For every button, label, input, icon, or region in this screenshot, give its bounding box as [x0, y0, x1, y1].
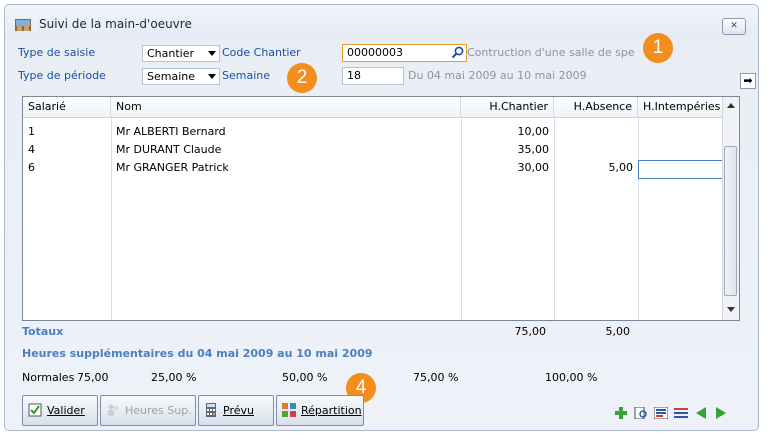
cell-salarie: 6 — [28, 161, 35, 174]
code-chantier-value: 00000003 — [347, 46, 403, 59]
type-saisie-value: Chantier — [147, 47, 195, 60]
semaine-label: Semaine — [222, 69, 271, 82]
window-title: Suivi de la main-d'oeuvre — [39, 17, 192, 31]
chevron-down-icon — [208, 74, 216, 79]
normales-value: 75,00 — [77, 371, 109, 384]
scroll-up-icon[interactable] — [727, 103, 735, 108]
next-button[interactable]: ➡ — [740, 73, 756, 89]
cell-h-chantier: 10,00 — [517, 125, 550, 138]
main-window: Suivi de la main-d'oeuvre ✕ Type de sais… — [4, 4, 759, 431]
people-icon — [108, 404, 118, 416]
title-bar: Suivi de la main-d'oeuvre ✕ — [5, 5, 758, 39]
type-saisie-label: Type de saisie — [18, 46, 96, 59]
valider-label: Valider — [47, 404, 85, 417]
total-h-chantier: 75,00 — [514, 325, 547, 338]
heures-sup-label: Heures Sup. — [125, 404, 192, 417]
prevu-button[interactable]: Prévu — [198, 395, 274, 426]
pct-100: 100,00 % — [545, 371, 598, 384]
repartition-button[interactable]: Répartition — [276, 395, 364, 426]
callout-badge-1: 1 — [643, 33, 673, 63]
code-chantier-label: Code Chantier — [222, 46, 301, 59]
chantier-description: Contruction d'une salle de spe — [467, 46, 635, 59]
preview-icon[interactable] — [634, 407, 648, 419]
calculator-icon — [206, 403, 216, 417]
semaine-value: 18 — [347, 69, 361, 82]
search-icon[interactable] — [451, 46, 464, 59]
list-icon[interactable] — [654, 407, 668, 419]
employee-grid: Salarié Nom H.Chantier H.Absence H.Intem… — [22, 96, 740, 321]
cell-h-absence: 5,00 — [608, 161, 634, 174]
totals-label: Totaux — [22, 325, 64, 338]
close-icon: ✕ — [730, 21, 738, 31]
arrow-right-icon: ➡ — [743, 74, 753, 87]
cell-salarie: 1 — [28, 125, 35, 138]
app-icon — [15, 19, 31, 31]
scroll-down-icon[interactable] — [727, 307, 735, 312]
pct-75: 75,00 % — [413, 371, 459, 384]
cell-h-chantier: 35,00 — [517, 143, 550, 156]
cell-nom: Mr DURANT Claude — [116, 143, 222, 156]
arrow-right-icon[interactable] — [714, 407, 728, 419]
add-icon[interactable] — [614, 407, 628, 419]
col-h-absence[interactable]: H.Absence — [554, 97, 638, 117]
callout-badge-2: 2 — [287, 63, 317, 93]
chevron-down-icon — [208, 51, 216, 56]
scroll-thumb[interactable] — [724, 146, 737, 296]
cell-h-absence — [554, 141, 638, 159]
semaine-description: Du 04 mai 2009 au 10 mai 2009 — [408, 69, 587, 82]
col-h-intemperies[interactable]: H.Intempéries — [638, 97, 723, 117]
code-chantier-input[interactable]: 00000003 — [342, 44, 467, 62]
valider-button[interactable]: Valider — [22, 395, 98, 426]
semaine-input[interactable]: 18 — [342, 67, 404, 85]
heures-sup-title: Heures supplémentaires du 04 mai 2009 au… — [22, 347, 373, 360]
total-h-absence: 5,00 — [605, 325, 631, 338]
heures-sup-button[interactable]: Heures Sup. — [100, 395, 196, 426]
table-row[interactable]: 4 Mr DURANT Claude 35,00 — [23, 141, 723, 159]
grid-header: Salarié Nom H.Chantier H.Absence H.Intem… — [23, 97, 723, 118]
prevu-label: Prévu — [223, 404, 254, 417]
lines-icon[interactable] — [674, 407, 688, 419]
table-row[interactable]: 1 Mr ALBERTI Bernard 10,00 — [23, 123, 723, 141]
cell-h-absence — [554, 123, 638, 141]
arrow-left-icon[interactable] — [694, 407, 708, 419]
check-icon — [28, 403, 42, 417]
repartition-icon — [282, 403, 296, 417]
cell-nom: Mr GRANGER Patrick — [116, 161, 229, 174]
type-periode-value: Semaine — [147, 70, 196, 83]
col-salarie[interactable]: Salarié — [23, 97, 111, 117]
type-periode-label: Type de période — [18, 69, 106, 82]
type-saisie-select[interactable]: Chantier — [142, 45, 220, 62]
pct-50: 50,00 % — [282, 371, 328, 384]
cell-salarie: 4 — [28, 143, 35, 156]
vertical-scrollbar[interactable] — [722, 97, 739, 320]
cell-nom: Mr ALBERTI Bernard — [116, 125, 226, 138]
col-nom[interactable]: Nom — [111, 97, 461, 117]
col-h-chantier[interactable]: H.Chantier — [461, 97, 554, 117]
cell-h-chantier: 30,00 — [517, 161, 550, 174]
pct-25: 25,00 % — [151, 371, 197, 384]
close-button[interactable]: ✕ — [722, 18, 746, 35]
repartition-label: Répartition — [301, 404, 362, 417]
type-periode-select[interactable]: Semaine — [142, 68, 220, 85]
table-row[interactable]: 6 Mr GRANGER Patrick 30,00 5,00 — [23, 159, 739, 179]
normales-label: Normales — [22, 371, 75, 384]
